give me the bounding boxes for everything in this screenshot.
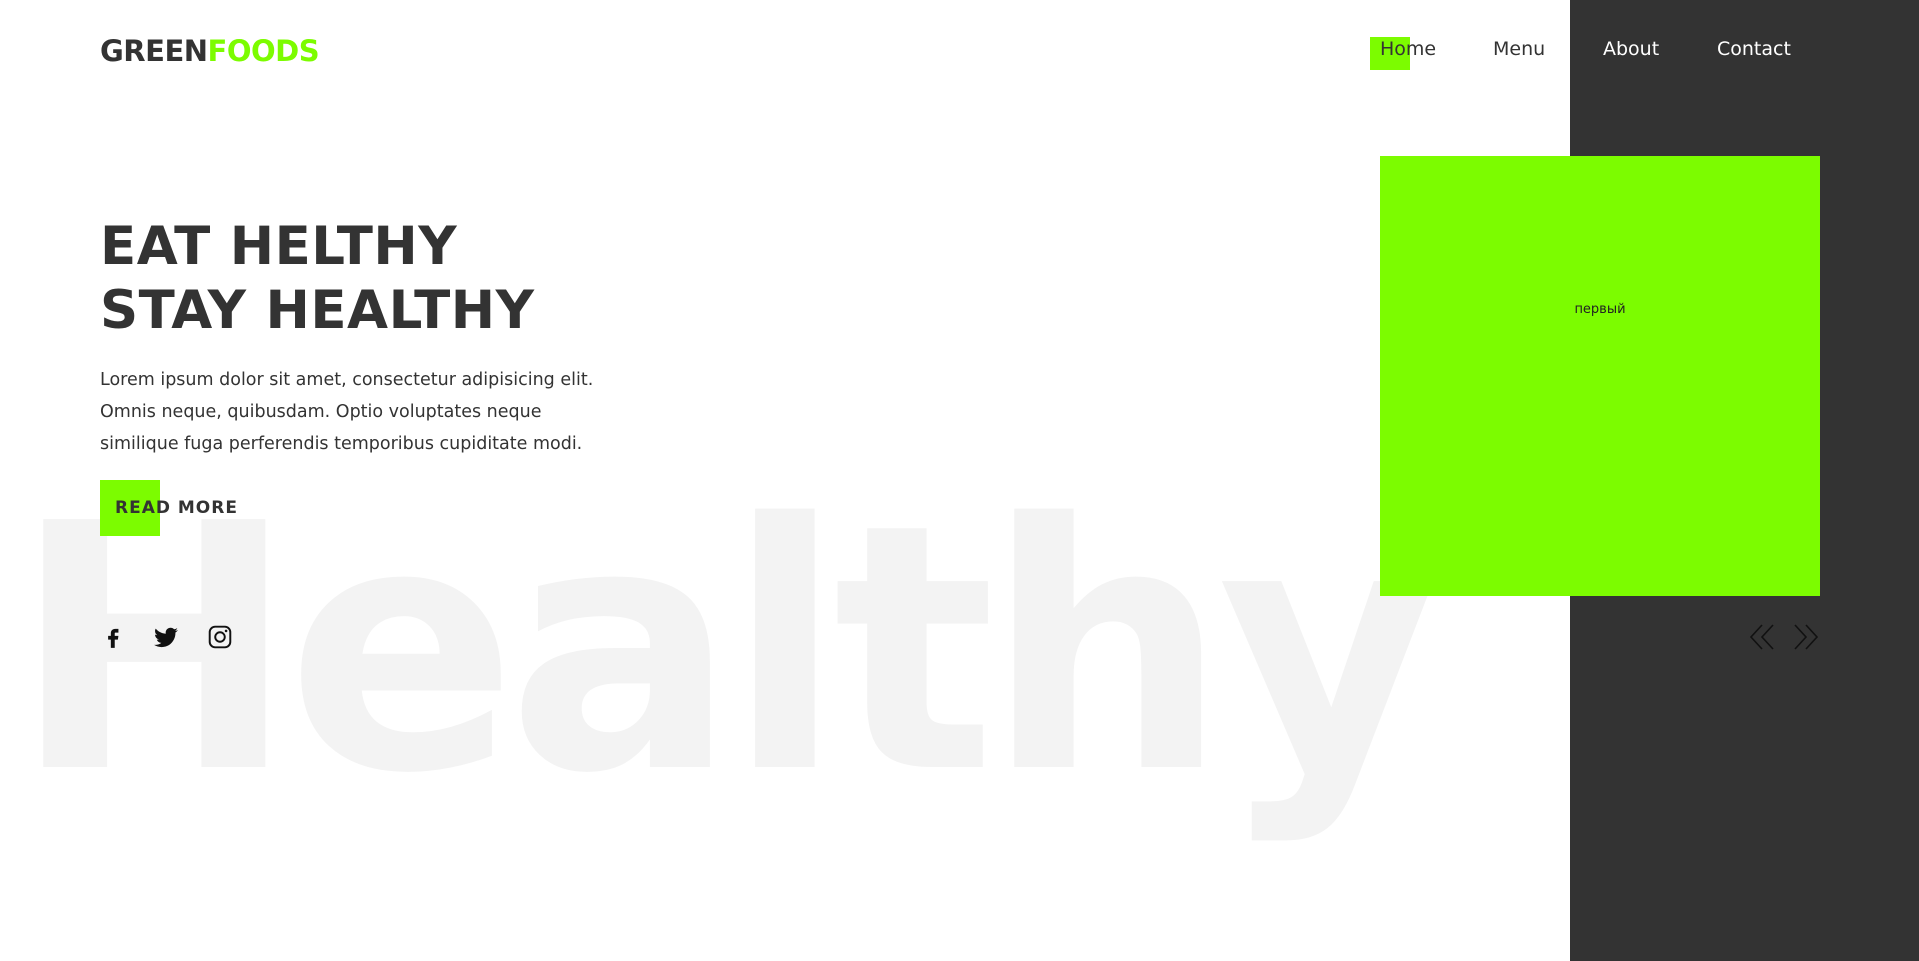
hero-title-line-2: STAY HEALTHY — [100, 280, 535, 341]
slide-caption: первый — [1574, 302, 1626, 317]
nav-item-home[interactable]: Home — [1380, 38, 1436, 60]
nav-item-about[interactable]: About — [1603, 38, 1659, 60]
hero-title: EAT HELTHY STAY HEALTHY — [100, 215, 534, 343]
logo-part-green: GREEN — [100, 34, 208, 68]
double-chevron-right-icon[interactable] — [1792, 622, 1820, 652]
hero-title-line-1: EAT HELTHY — [100, 216, 458, 277]
read-more-button[interactable]: READ MORE — [100, 480, 250, 536]
double-chevron-left-icon[interactable] — [1748, 622, 1776, 652]
slider-slide: первый — [1380, 156, 1820, 596]
page: Healthy GREENFOODS Home Menu About Conta… — [0, 0, 1919, 961]
hero-description: Lorem ipsum dolor sit amet, consectetur … — [100, 370, 594, 454]
twitter-icon[interactable] — [153, 624, 179, 650]
instagram-icon[interactable] — [207, 624, 233, 650]
read-more-label: READ MORE — [115, 498, 238, 518]
logo-part-foods: FOODS — [207, 34, 320, 68]
nav-item-contact[interactable]: Contact — [1717, 38, 1791, 60]
nav-item-menu[interactable]: Menu — [1493, 38, 1545, 60]
logo[interactable]: GREENFOODS — [100, 34, 320, 68]
facebook-icon[interactable] — [100, 624, 126, 650]
